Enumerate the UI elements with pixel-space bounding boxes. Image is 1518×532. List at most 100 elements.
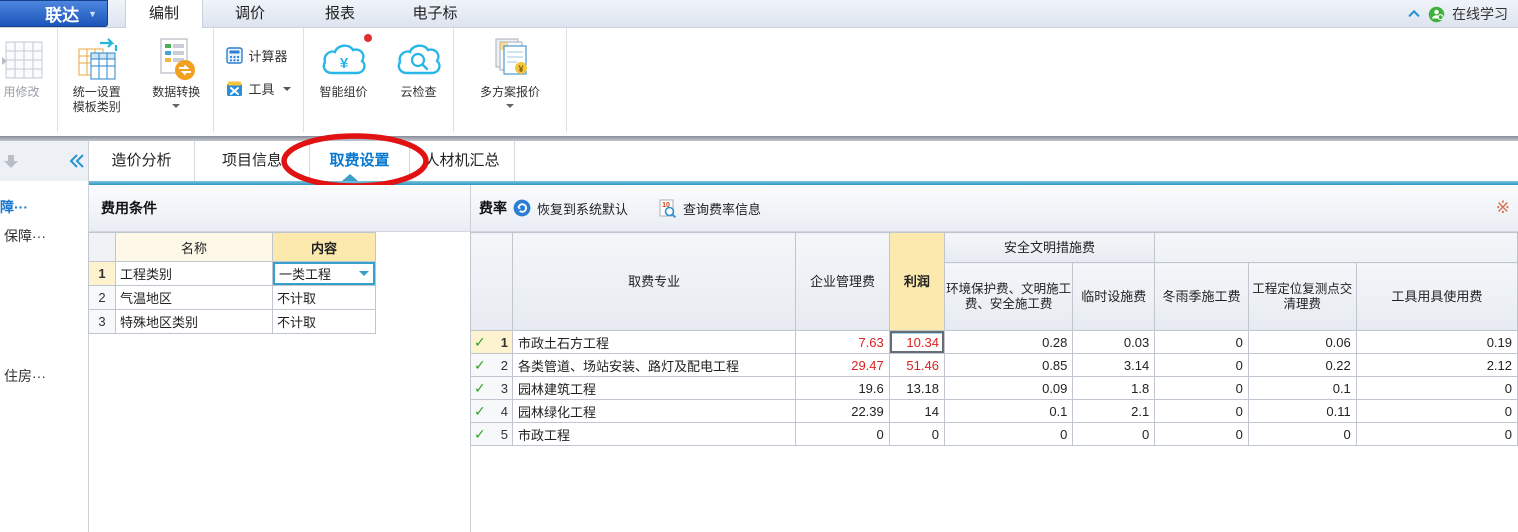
smart-pricing-button[interactable]: ¥ 智能组价 [306, 28, 382, 132]
rate-row-header-cell[interactable]: ✓ 3 [470, 376, 513, 400]
rate-value-cell[interactable]: 19.6 [795, 376, 890, 400]
rate-value-cell[interactable]: 10.34 [888, 330, 945, 354]
rate-value-cell[interactable]: 0 [1154, 376, 1249, 400]
check-icon[interactable]: ✓ [474, 403, 486, 420]
profession-cell[interactable]: 各类管道、场站安装、路灯及配电工程 [511, 353, 797, 377]
online-learning-label[interactable]: 在线学习 [1452, 4, 1508, 24]
condition-name-cell[interactable]: 特殊地区类别 [115, 309, 273, 334]
unified-template-label-2: 模板类别 [72, 100, 121, 114]
check-icon[interactable]: ✓ [474, 426, 486, 443]
rate-value-cell[interactable]: 0.28 [943, 330, 1074, 354]
condition-value-cell[interactable]: 不计取 [272, 285, 376, 310]
multi-quote-dropdown-icon[interactable] [506, 104, 514, 108]
rate-value-cell[interactable]: 0.06 [1247, 330, 1357, 354]
rate-value-cell[interactable]: 0 [943, 422, 1074, 446]
rate-value-cell[interactable]: 0.03 [1072, 330, 1156, 354]
tree-item-3[interactable]: 住房··· [4, 366, 46, 386]
rate-value-cell[interactable]: 0.1 [1247, 376, 1357, 400]
row-number-cell[interactable]: 3 [88, 309, 116, 334]
restore-default-label[interactable]: 恢复到系统默认 [537, 199, 628, 218]
rate-value-cell[interactable]: 0 [1355, 399, 1518, 423]
condition-value-cell[interactable]: 一类工程 [272, 261, 376, 286]
check-icon[interactable]: ✓ [474, 334, 486, 351]
menu-tab-baobiao[interactable]: 报表 [296, 0, 384, 28]
rate-row-header-cell[interactable]: ✓ 1 [470, 330, 513, 354]
rate-value-cell[interactable]: 51.46 [888, 353, 945, 377]
chevron-down-icon[interactable] [359, 271, 369, 276]
menu-tab-tiaojia[interactable]: 调价 [206, 0, 294, 28]
tab-project-info[interactable]: 项目信息 [195, 141, 310, 181]
rate-value-cell[interactable]: 22.39 [795, 399, 890, 423]
rate-value-cell[interactable]: 0 [1154, 330, 1249, 354]
tree-item-1[interactable]: 障··· [0, 197, 28, 217]
rate-value-cell[interactable]: 0.85 [943, 353, 1074, 377]
rate-value-cell[interactable]: 0 [1154, 399, 1249, 423]
tab-cost-analysis[interactable]: 造价分析 [88, 141, 195, 181]
move-down-icon[interactable] [3, 153, 19, 169]
ribbon-group-quote: ¥ 多方案报价 [454, 28, 567, 132]
app-logo-button[interactable]: 联达 ▼ [0, 0, 108, 27]
row-number-cell[interactable]: 2 [88, 285, 116, 310]
rate-value-cell[interactable]: 0 [1154, 422, 1249, 446]
rate-row-header-cell[interactable]: ✓ 2 [470, 353, 513, 377]
rate-row-header-cell[interactable]: ✓ 4 [470, 399, 513, 423]
rate-value-cell[interactable]: 14 [888, 399, 945, 423]
tab-labor-summary[interactable]: 人材机汇总 [410, 141, 515, 181]
profession-cell[interactable]: 市政工程 [511, 422, 797, 446]
menu-tab-dianzibiao[interactable]: 电子标 [386, 0, 484, 28]
tools-button[interactable]: 工具 [226, 79, 291, 98]
rate-value-cell[interactable]: 0.19 [1355, 330, 1518, 354]
condition-name-cell[interactable]: 气温地区 [115, 285, 273, 310]
condition-name-cell[interactable]: 工程类别 [115, 261, 273, 286]
row-number-cell[interactable]: 1 [88, 261, 116, 286]
check-icon[interactable]: ✓ [474, 380, 486, 397]
data-convert-dropdown-icon[interactable] [172, 104, 181, 108]
apply-edit-button[interactable]: 用修改 [0, 28, 44, 132]
rate-value-cell[interactable]: 0 [1154, 353, 1249, 377]
rate-value-cell[interactable]: 3.14 [1072, 353, 1156, 377]
rate-value-cell[interactable]: 0 [888, 422, 945, 446]
profession-cell[interactable]: 市政土石方工程 [511, 330, 797, 354]
data-convert-button[interactable]: 数据转换 [139, 28, 213, 132]
calculator-button[interactable]: 计算器 [226, 46, 290, 65]
profession-cell[interactable]: 园林绿化工程 [511, 399, 797, 423]
condition-value-cell[interactable]: 不计取 [272, 309, 376, 334]
corner-asterisk-icon[interactable]: ※ [1496, 198, 1510, 218]
query-rate-label[interactable]: 查询费率信息 [683, 199, 761, 218]
tab-fee-settings[interactable]: 取费设置 [310, 141, 410, 181]
rate-value-cell[interactable]: 0 [1247, 422, 1357, 446]
rate-value-cell[interactable]: 0 [1355, 422, 1518, 446]
rate-value-cell[interactable]: 0.1 [943, 399, 1074, 423]
rate-value-cell[interactable]: 0.11 [1247, 399, 1357, 423]
rate-value-cell[interactable]: 0 [1355, 376, 1518, 400]
collapse-sidebar-icon[interactable] [68, 152, 86, 170]
query-rate-icon: 10 [659, 199, 677, 218]
rates-title: 费率 [479, 200, 507, 216]
rate-value-cell[interactable]: 0.22 [1247, 353, 1357, 377]
ribbon-group-apply: 用修改 [0, 28, 58, 132]
cloud-check-button[interactable]: 云检查 [386, 28, 452, 132]
unified-template-button[interactable]: 统一设置 模板类别 [58, 28, 135, 132]
management-fee-header: 企业管理费 [795, 232, 890, 331]
rate-value-cell[interactable]: 1.8 [1072, 376, 1156, 400]
rate-value-cell[interactable]: 29.47 [795, 353, 890, 377]
restore-default-icon [513, 199, 531, 217]
project-class-dropdown[interactable]: 一类工程 [273, 262, 375, 285]
profession-cell[interactable]: 园林建筑工程 [511, 376, 797, 400]
multi-quote-button[interactable]: ¥ 多方案报价 [460, 28, 560, 132]
rate-row-header-cell[interactable]: ✓ 5 [470, 422, 513, 446]
rate-value-cell[interactable]: 0.09 [943, 376, 1074, 400]
tree-item-2[interactable]: 保障··· [4, 226, 46, 246]
profession-header: 取费专业 [511, 232, 797, 331]
tools-dropdown-icon[interactable] [282, 86, 291, 91]
collapse-ribbon-icon[interactable] [1407, 7, 1421, 21]
rate-value-cell[interactable]: 0 [795, 422, 890, 446]
profit-header: 利润 [888, 232, 945, 331]
menu-tab-bianzhi[interactable]: 编制 [125, 0, 203, 28]
rate-value-cell[interactable]: 7.63 [795, 330, 890, 354]
check-icon[interactable]: ✓ [474, 357, 486, 374]
rate-value-cell[interactable]: 2.12 [1355, 353, 1518, 377]
rate-value-cell[interactable]: 0 [1072, 422, 1156, 446]
rate-value-cell[interactable]: 13.18 [888, 376, 945, 400]
rate-value-cell[interactable]: 2.1 [1072, 399, 1156, 423]
